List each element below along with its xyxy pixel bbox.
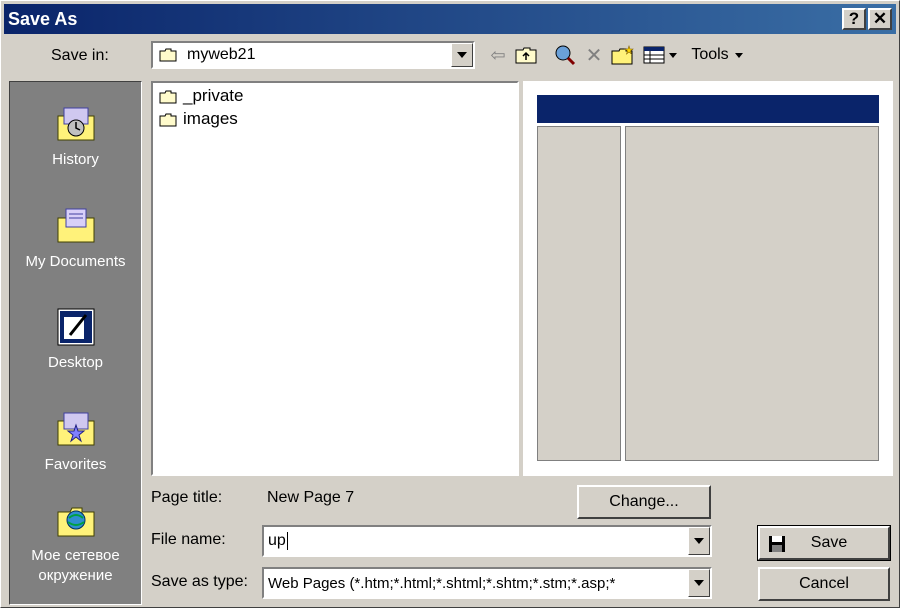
chevron-down-icon[interactable]	[688, 527, 710, 555]
file-name: images	[183, 109, 238, 128]
help-button[interactable]: ?	[842, 8, 866, 30]
favorites-icon	[54, 409, 98, 449]
save-as-type-label: Save as type:	[151, 573, 248, 590]
new-folder-icon[interactable]	[610, 43, 636, 67]
place-label: Desktop	[47, 354, 104, 371]
title-bar[interactable]: Save As ? ✕	[4, 4, 896, 34]
up-folder-icon[interactable]	[513, 43, 539, 67]
cancel-button[interactable]: Cancel	[758, 567, 890, 601]
list-item[interactable]: _private	[159, 85, 243, 107]
tools-menu[interactable]: Tools	[687, 43, 747, 67]
save-in-label: Save in:	[51, 47, 109, 64]
places-bar: History My Documents Desktop Favorites М…	[9, 81, 142, 605]
save-as-dialog: Save As ? ✕ Save in: myweb21 ⇦ ✕ Tools H…	[0, 0, 900, 608]
preview-main-frame	[625, 126, 879, 461]
back-arrow-icon[interactable]: ⇦	[487, 43, 509, 67]
file-name-value: up	[268, 532, 286, 549]
save-as-type-value: Web Pages (*.htm;*.html;*.shtml;*.shtm;*…	[268, 574, 616, 592]
save-in-value: myweb21	[187, 46, 256, 63]
place-history[interactable]: History	[10, 104, 141, 170]
folder-icon	[159, 48, 177, 62]
dialog-title: Save As	[8, 8, 78, 29]
preview-pane	[523, 81, 893, 476]
save-in-dropdown[interactable]: myweb21	[151, 41, 475, 69]
page-title-label: Page title:	[151, 489, 223, 506]
save-button-label: Save	[810, 534, 848, 551]
file-name-field[interactable]: up	[262, 525, 712, 557]
place-desktop[interactable]: Desktop	[10, 307, 141, 373]
place-label: Favorites	[44, 456, 107, 473]
file-name-label: File name:	[151, 531, 226, 548]
save-as-type-dropdown[interactable]: Web Pages (*.htm;*.html;*.shtml;*.shtm;*…	[262, 567, 712, 599]
file-name: _private	[183, 86, 244, 105]
my-documents-icon	[54, 206, 98, 246]
folder-icon	[159, 89, 177, 104]
folder-icon	[159, 112, 177, 127]
search-web-icon[interactable]	[552, 43, 578, 67]
desktop-icon	[54, 307, 98, 347]
delete-icon[interactable]: ✕	[583, 43, 605, 67]
place-my-documents[interactable]: My Documents	[10, 206, 141, 272]
floppy-disk-icon	[768, 535, 786, 558]
place-label: History	[52, 151, 99, 168]
chevron-down-icon[interactable]	[451, 43, 473, 67]
place-label: Мое сетевое окружение	[31, 547, 120, 584]
chevron-down-icon[interactable]	[688, 569, 710, 597]
place-network[interactable]: Мое сетевое окружение	[10, 500, 141, 586]
place-label: My Documents	[25, 253, 126, 270]
list-item[interactable]: images	[159, 108, 238, 130]
history-icon	[54, 104, 98, 144]
close-button[interactable]: ✕	[868, 8, 892, 30]
preview-banner	[537, 95, 879, 123]
save-button[interactable]: Save	[757, 525, 891, 561]
page-title-value: New Page 7	[267, 489, 355, 506]
file-list[interactable]: _private images	[151, 81, 519, 476]
network-places-icon	[54, 500, 98, 540]
preview-left-frame	[537, 126, 621, 461]
place-favorites[interactable]: Favorites	[10, 409, 141, 475]
change-title-button[interactable]: Change...	[577, 485, 711, 519]
views-menu-icon[interactable]	[641, 43, 679, 67]
